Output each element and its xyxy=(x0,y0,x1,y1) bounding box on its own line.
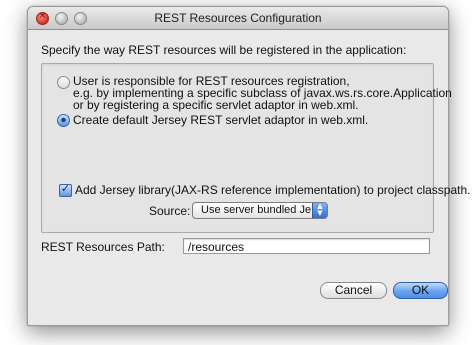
cancel-button[interactable]: Cancel xyxy=(320,282,387,299)
window-title: REST Resources Configuration xyxy=(154,11,322,25)
title-bar: × REST Resources Configuration xyxy=(28,7,448,30)
rest-path-label: REST Resources Path: xyxy=(41,240,165,254)
rest-path-input[interactable]: /resources xyxy=(183,238,430,254)
radio-user-responsible[interactable] xyxy=(57,76,70,89)
instruction-text: Specify the way REST resources will be r… xyxy=(41,43,407,57)
checkmark-icon: ✓ xyxy=(60,182,71,195)
ok-button[interactable]: OK xyxy=(393,282,448,299)
add-jersey-library-checkbox[interactable]: ✓ xyxy=(59,182,72,197)
add-jersey-library-label: Add Jersey library(JAX-RS reference impl… xyxy=(75,183,471,197)
source-select-value: Use server bundled Je... xyxy=(201,204,321,216)
option-create-default-adaptor-label: Create default Jersey REST servlet adapt… xyxy=(73,113,369,127)
source-label: Source: xyxy=(149,204,191,218)
option-user-responsible-line3: or by registering a specific servlet ada… xyxy=(73,98,359,112)
updown-arrows-icon: ▲ ▼ xyxy=(312,203,327,218)
radio-create-default-adaptor[interactable] xyxy=(57,114,70,127)
source-select[interactable]: Use server bundled Je... ▲ ▼ xyxy=(192,202,328,219)
